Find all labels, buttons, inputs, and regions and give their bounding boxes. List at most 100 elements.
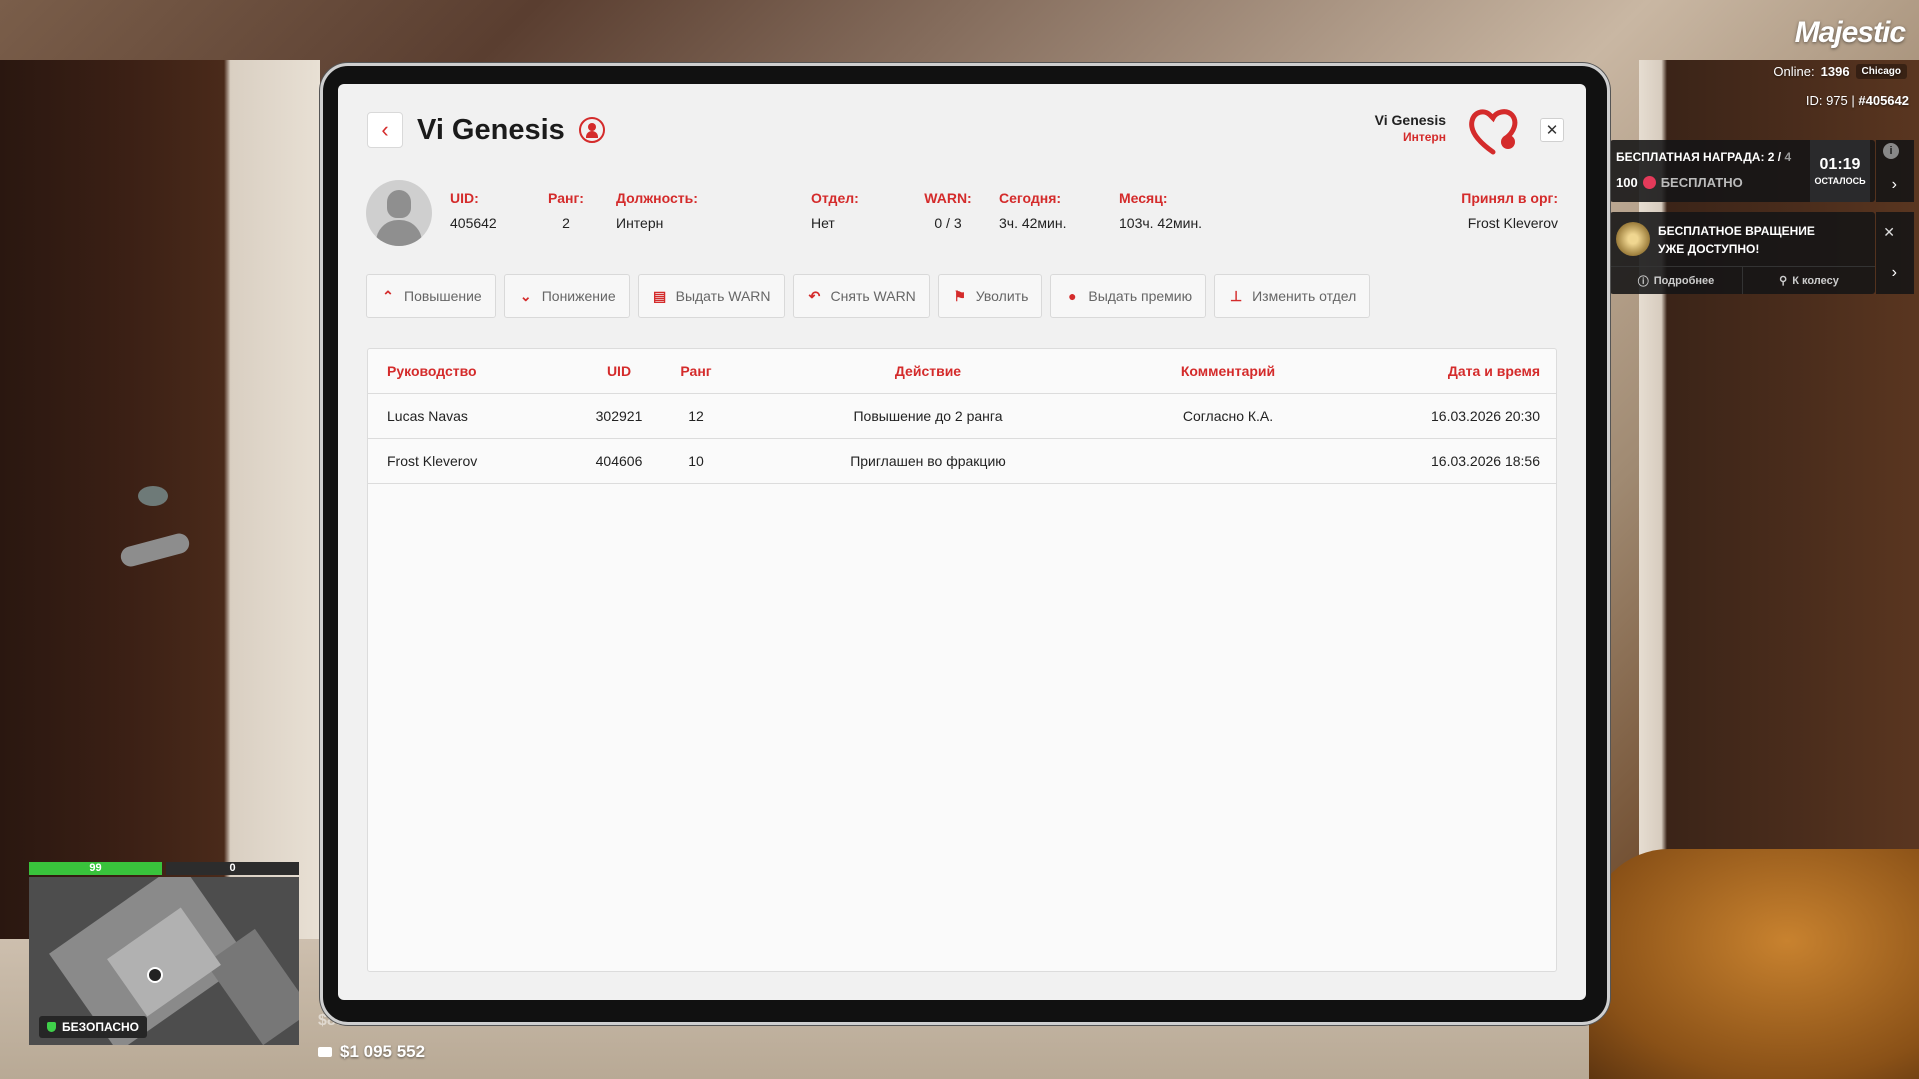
- back-button[interactable]: ‹: [367, 112, 403, 148]
- rank-field: Ранг: 2: [544, 190, 588, 231]
- card-icon: [318, 1047, 332, 1057]
- cell-uid: 302921: [595, 408, 643, 424]
- player-id-value: #405642: [1858, 93, 1909, 108]
- cell-manager: Lucas Navas: [387, 408, 468, 424]
- chevron-right-icon[interactable]: ›: [1892, 176, 1897, 194]
- position-label: Должность:: [616, 190, 698, 206]
- free-spin-panel: БЕСПЛАТНОЕ ВРАЩЕНИЕ УЖЕ ДОСТУПНО! ✕ ⓘ Под…: [1610, 212, 1897, 294]
- header-manager: Руководство: [387, 363, 477, 379]
- month-field: Месяц: 103ч. 42мин.: [1119, 190, 1202, 231]
- demote-button[interactable]: ⌄ Понижение: [503, 274, 630, 318]
- give-bonus-button[interactable]: ● Выдать премию: [1050, 274, 1207, 318]
- reward-title: БЕСПЛАТНАЯ НАГРАДА: 2 / 4: [1616, 150, 1791, 164]
- spin-wheel-label: К колесу: [1792, 274, 1839, 287]
- give-warn-button[interactable]: ▤ Выдать WARN: [637, 274, 785, 318]
- cell-rank: 10: [688, 453, 704, 469]
- give-bonus-label: Выдать премию: [1088, 288, 1193, 304]
- position-field: Должность: Интерн: [616, 190, 698, 231]
- give-warn-label: Выдать WARN: [675, 288, 771, 304]
- spin-more-link[interactable]: ⓘ Подробнее: [1610, 267, 1743, 294]
- uid-label: UID:: [450, 190, 479, 206]
- employee-name: Vi Genesis: [417, 113, 565, 146]
- health-bar: 99: [29, 862, 162, 875]
- change-department-label: Изменить отдел: [1252, 288, 1357, 304]
- online-count: 1396: [1820, 64, 1850, 79]
- cell-datetime: 16.03.2026 18:56: [1431, 453, 1540, 469]
- fire-label: Уволить: [975, 288, 1029, 304]
- armor-bar: 0: [166, 862, 299, 875]
- free-reward-panel[interactable]: БЕСПЛАТНАЯ НАГРАДА: 2 / 4 100 БЕСПЛАТНО …: [1610, 140, 1899, 202]
- cell-manager: Frost Kleverov: [387, 453, 478, 469]
- cell-action: Приглашен во фракцию: [850, 453, 1006, 469]
- location-pin-icon: ⚲: [1779, 275, 1788, 287]
- reward-timer: 01:19 ОСТАЛОСЬ: [1810, 140, 1870, 202]
- player-id-label: ID: 975 |: [1805, 93, 1855, 108]
- info-icon[interactable]: i: [1883, 143, 1899, 159]
- background-couch: [1589, 849, 1919, 1079]
- chevron-left-icon: ‹: [381, 117, 389, 142]
- department-value: Нет: [811, 215, 835, 231]
- bank-amount: $1 095 552: [340, 1042, 426, 1061]
- warn-remove-icon: ↶: [808, 287, 821, 304]
- uid-value: 405642: [450, 215, 497, 231]
- demote-label: Понижение: [541, 288, 616, 304]
- table-header: Руководство UID Ранг Действие Комментари…: [368, 349, 1556, 394]
- player-marker-icon: [147, 967, 163, 983]
- spin-wheel-link[interactable]: ⚲ К колесу: [1743, 267, 1875, 294]
- close-icon[interactable]: ✕: [1883, 224, 1895, 241]
- close-button[interactable]: ✕: [1540, 118, 1564, 142]
- rank-label: Ранг:: [548, 190, 584, 206]
- header-rank: Ранг: [680, 363, 712, 379]
- reward-title-text: БЕСПЛАТНАЯ НАГРАДА: 2 /: [1616, 150, 1782, 164]
- month-value: 103ч. 42мин.: [1119, 215, 1203, 231]
- history-table: Руководство UID Ранг Действие Комментари…: [367, 348, 1557, 972]
- server-city: Chicago: [1855, 64, 1907, 79]
- current-user-name: Vi Genesis: [1374, 112, 1446, 128]
- change-department-button[interactable]: ⊥ Изменить отдел: [1214, 274, 1371, 318]
- game-logo: Majestic: [1794, 16, 1906, 49]
- organization-logo-icon: [1469, 109, 1518, 155]
- spin-links: ⓘ Подробнее ⚲ К колесу: [1610, 266, 1875, 294]
- coin-icon: [1642, 176, 1656, 189]
- cell-uid: 404606: [595, 453, 643, 469]
- warn-label: WARN:: [924, 190, 972, 206]
- header-comment: Комментарий: [1180, 363, 1276, 379]
- chevron-right-icon[interactable]: ›: [1892, 264, 1897, 282]
- warn-field: WARN: 0 / 3: [921, 190, 975, 231]
- page-title: Vi Genesis: [417, 112, 605, 148]
- uid-field: UID: 405642: [450, 190, 497, 231]
- fire-button[interactable]: ⚑ Уволить: [937, 274, 1043, 318]
- promote-label: Повышение: [404, 288, 482, 304]
- spin-more-label: Подробнее: [1653, 274, 1715, 287]
- bonus-icon: ●: [1068, 288, 1077, 304]
- rank-value: 2: [562, 215, 570, 231]
- player-id: ID: 975 | #405642: [1806, 93, 1909, 108]
- department-label: Отдел:: [811, 190, 859, 206]
- cell-datetime: 16.03.2026 20:30: [1431, 408, 1540, 424]
- accepted-by-value: Frost Kleverov: [1467, 215, 1558, 231]
- close-icon: ✕: [1545, 122, 1559, 139]
- cell-comment: Согласно К.А.: [1182, 408, 1274, 424]
- rank-down-icon: ⌄: [519, 287, 532, 304]
- header-action: Действие: [894, 363, 962, 379]
- remove-warn-button[interactable]: ↶ Снять WARN: [792, 274, 930, 318]
- status-bars: 99 0: [29, 862, 299, 875]
- user-icon: [578, 117, 605, 143]
- cell-rank: 12: [688, 408, 704, 424]
- bank-balance: $1 095 552: [318, 1042, 425, 1062]
- timer-label: ОСТАЛОСЬ: [1814, 176, 1866, 186]
- cell-action: Повышение до 2 ранга: [853, 408, 1003, 424]
- month-label: Месяц:: [1119, 190, 1168, 206]
- reward-total: 4: [1784, 150, 1792, 164]
- accepted-by-field: Принял в орг: Frost Kleverov: [1461, 190, 1558, 231]
- table-row[interactable]: Frost Kleverov 404606 10 Приглашен во фр…: [368, 439, 1556, 484]
- position-value: Интерн: [616, 215, 664, 231]
- warn-value: 0 / 3: [934, 215, 962, 231]
- online-counter: Online: 1396 Chicago: [1773, 64, 1907, 79]
- cell-comment: [1158, 439, 1298, 484]
- promote-button[interactable]: ⌃ Повышение: [366, 274, 496, 318]
- table-row[interactable]: Lucas Navas 302921 12 Повышение до 2 ран…: [368, 394, 1556, 439]
- current-user-role: Интерн: [1402, 130, 1446, 144]
- reward-amount-row: 100 БЕСПЛАТНО: [1616, 175, 1743, 190]
- remove-warn-label: Снять WARN: [830, 288, 916, 304]
